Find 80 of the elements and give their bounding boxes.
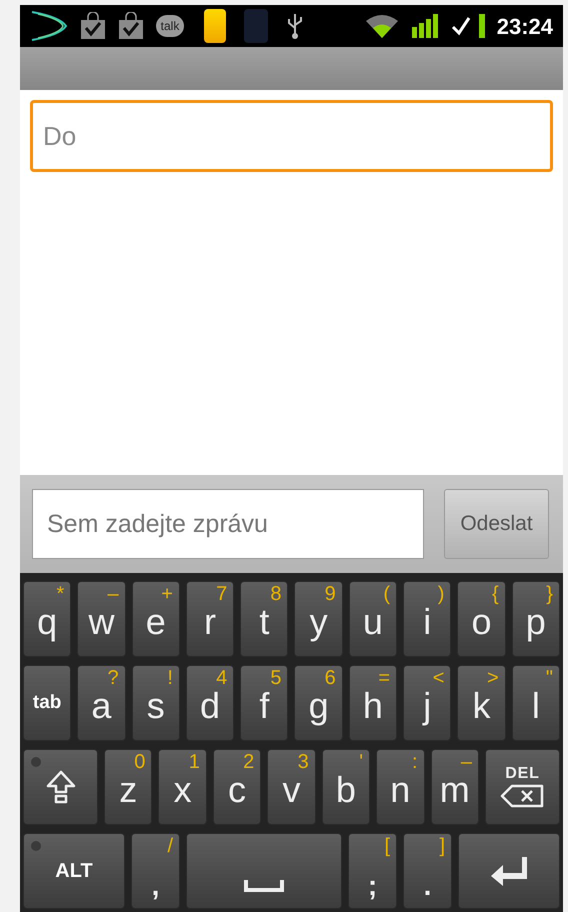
key[interactable]: j < <box>403 665 452 741</box>
key-symbol: 4 <box>216 668 228 688</box>
shift-icon <box>44 769 76 805</box>
key[interactable]: m – <box>430 749 479 825</box>
key-symbol: 6 <box>324 668 336 688</box>
delete-key[interactable]: DEL <box>484 749 560 825</box>
key[interactable]: f 5 <box>240 665 288 741</box>
key[interactable]: z 0 <box>104 749 152 825</box>
message-field[interactable]: Sem zadejte zprávu <box>32 489 424 559</box>
key[interactable]: c 2 <box>212 749 262 825</box>
key[interactable]: b ' <box>322 749 370 825</box>
key-symbol: ! <box>167 668 173 688</box>
send-button[interactable]: Odeslat <box>444 489 549 559</box>
key-symbol: * <box>56 584 64 604</box>
key-symbol: ? <box>107 668 119 688</box>
key[interactable]: . ] <box>403 833 452 909</box>
key[interactable]: e + <box>132 581 180 657</box>
key[interactable]: q * <box>23 581 72 657</box>
key[interactable]: p } <box>512 581 560 657</box>
wifi-icon <box>364 13 399 39</box>
key-symbol: 5 <box>270 668 282 688</box>
key-symbol: 2 <box>243 752 254 772</box>
key[interactable]: d 4 <box>186 665 234 741</box>
key[interactable]: k > <box>457 665 506 741</box>
swirl-logo-icon <box>30 9 68 43</box>
key-symbol: + <box>161 584 173 604</box>
key[interactable]: l " <box>512 665 560 741</box>
recipient-field[interactable]: Do <box>30 100 553 172</box>
battery-level-icon <box>478 14 485 38</box>
tab-key[interactable]: tab <box>23 665 72 741</box>
key[interactable]: , / <box>131 833 180 909</box>
enter-icon <box>489 855 529 887</box>
key[interactable]: ; [ <box>348 833 397 909</box>
key-symbol: – <box>107 584 119 604</box>
key[interactable]: s ! <box>132 665 180 741</box>
key-symbol: / <box>167 836 173 856</box>
key[interactable]: g 6 <box>294 665 343 741</box>
key-symbol: – <box>460 752 472 772</box>
shopping-bag-icon <box>118 12 144 40</box>
key[interactable]: v 3 <box>267 749 316 825</box>
clock-time: 23:24 <box>496 12 553 40</box>
backspace-icon <box>500 784 544 808</box>
key[interactable]: x 1 <box>158 749 207 825</box>
key-symbol: > <box>486 668 499 688</box>
key[interactable]: r 7 <box>186 581 234 657</box>
key-symbol: ) <box>438 584 444 604</box>
check-icon <box>450 16 471 36</box>
key[interactable]: t 8 <box>240 581 288 657</box>
key[interactable]: n : <box>376 749 425 825</box>
key-symbol: } <box>546 584 553 604</box>
key-symbol: " <box>546 668 553 688</box>
key[interactable]: w – <box>77 581 126 657</box>
key-symbol: 1 <box>188 752 200 772</box>
signal-icon <box>410 13 439 39</box>
key-symbol: 9 <box>324 584 336 604</box>
key-symbol: [ <box>384 836 390 856</box>
key[interactable]: a ? <box>77 665 126 741</box>
key-symbol: 7 <box>216 584 228 604</box>
key-symbol: { <box>492 584 499 604</box>
key-symbol: 3 <box>298 752 309 772</box>
usb-icon <box>286 12 304 40</box>
key[interactable]: o { <box>457 581 506 657</box>
key[interactable]: h = <box>348 665 398 741</box>
key-symbol: < <box>432 668 444 688</box>
key-symbol: = <box>378 668 390 688</box>
key-symbol: 0 <box>134 752 146 772</box>
chat-bubble-icon: talk <box>156 15 184 37</box>
key-symbol: : <box>412 752 418 772</box>
key[interactable]: i ) <box>403 581 452 657</box>
key-symbol: 8 <box>270 584 282 604</box>
alt-key[interactable]: ALT <box>23 833 125 909</box>
enter-key[interactable] <box>458 833 560 909</box>
space-icon <box>244 880 284 892</box>
key-symbol: ( <box>383 584 390 604</box>
key[interactable]: y 9 <box>294 581 343 657</box>
key-symbol: ] <box>439 836 445 856</box>
shopping-bag-icon <box>80 12 106 40</box>
key-symbol: ' <box>359 752 364 772</box>
key[interactable]: u ( <box>348 581 398 657</box>
shift-key[interactable] <box>23 749 98 825</box>
